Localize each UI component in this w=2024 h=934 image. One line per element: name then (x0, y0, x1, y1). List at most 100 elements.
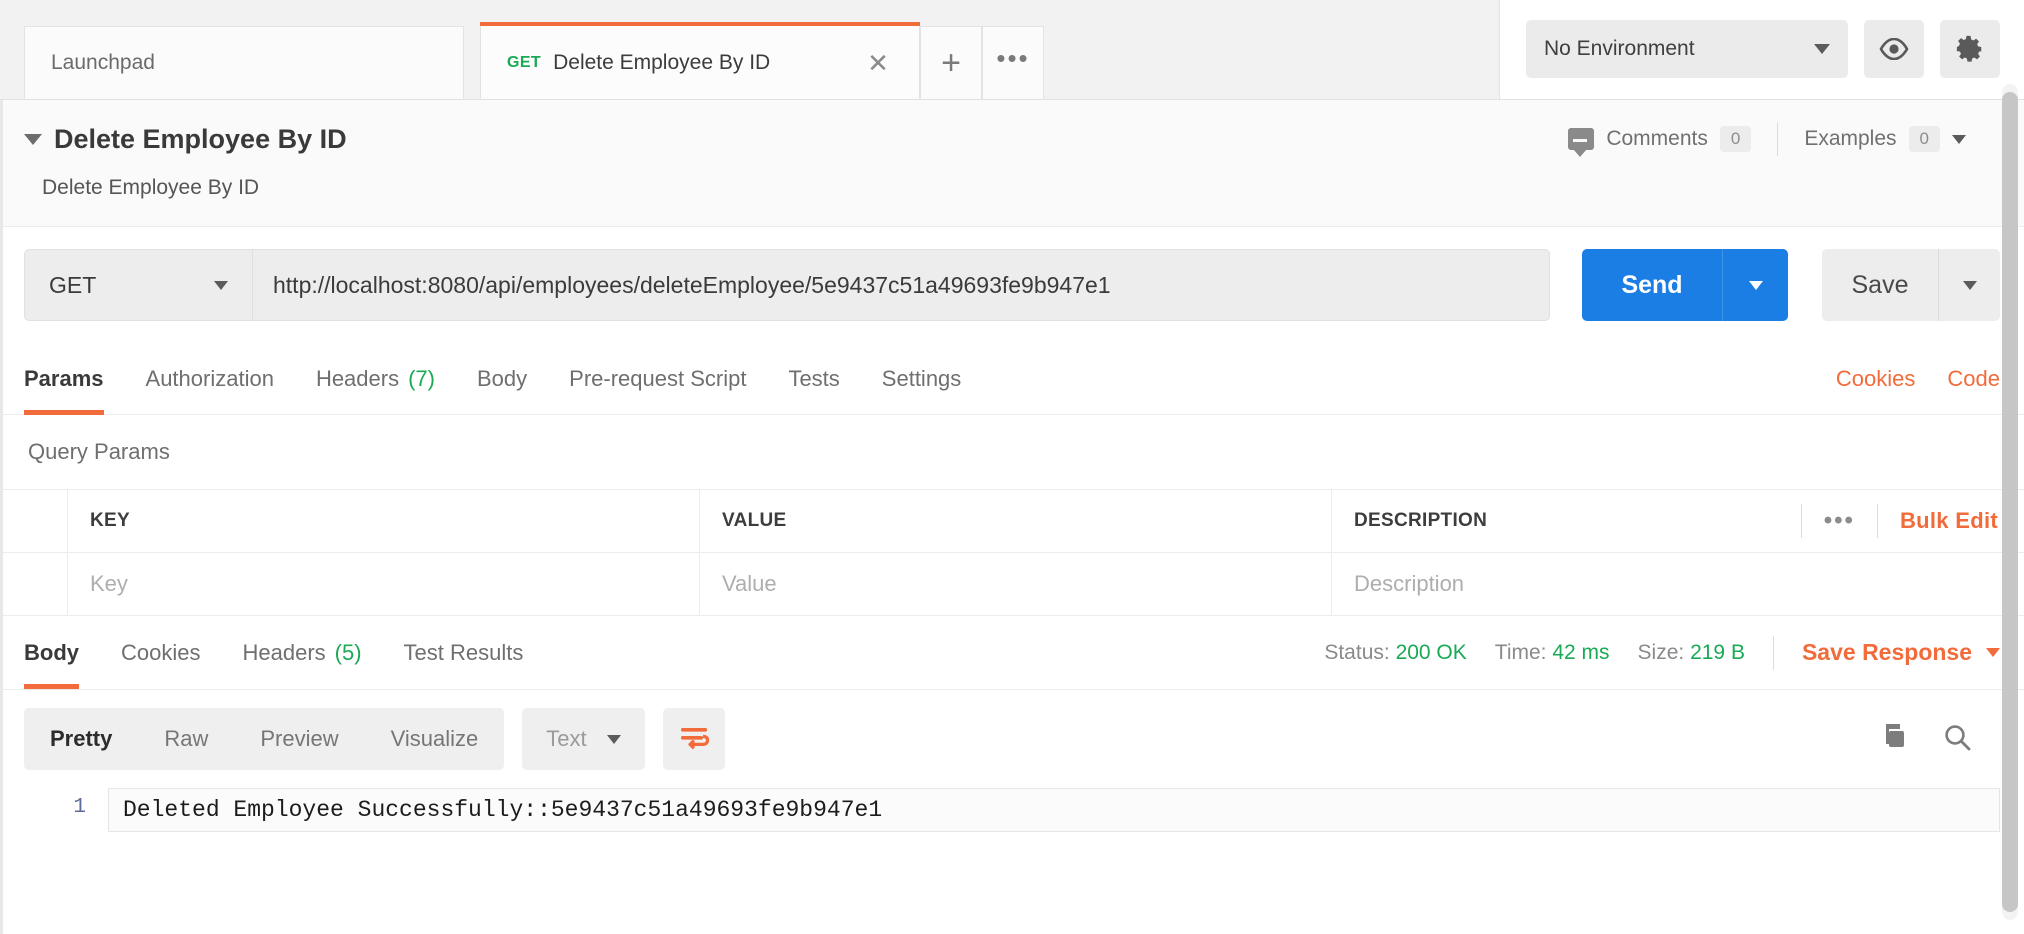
time-value: 42 ms (1552, 640, 1610, 664)
search-button[interactable] (1942, 722, 1972, 757)
response-tab-headers[interactable]: Headers (5) (242, 617, 361, 689)
time-badge: Time: 42 ms (1495, 641, 1638, 665)
request-header: Delete Employee By ID Comments 0 Example… (0, 100, 2024, 227)
environment-quick-look-button[interactable] (1864, 20, 1924, 78)
row-checkbox-cell[interactable] (0, 553, 68, 615)
query-params-title: Query Params (0, 415, 2024, 490)
table-row: Key Value Description (0, 553, 2024, 616)
eye-icon (1879, 38, 1909, 60)
tab-authorization-label: Authorization (145, 365, 274, 391)
body-view-preview[interactable]: Preview (234, 708, 364, 770)
settings-button[interactable] (1940, 20, 2000, 78)
request-tabs: Params Authorization Headers (7) Body Pr… (0, 343, 2024, 415)
tab-tests-label: Tests (788, 365, 840, 391)
value-input[interactable]: Value (700, 553, 1332, 615)
response-tab-cookies-label: Cookies (121, 639, 201, 665)
chevron-down-icon (1962, 280, 1977, 290)
size-badge: Size: 219 B (1638, 641, 1773, 665)
response-tab-test-results-label: Test Results (403, 639, 524, 665)
body-format-label: Text (546, 726, 587, 751)
copy-button[interactable] (1878, 722, 1908, 757)
top-tab-bar: Launchpad GET Delete Employee By ID ✕ + … (0, 0, 2024, 100)
body-view-switcher: Pretty Raw Preview Visualize (24, 708, 505, 770)
comments-label: Comments (1606, 127, 1708, 150)
response-body-toolbar: Pretty Raw Preview Visualize Text (0, 690, 2024, 788)
vertical-scrollbar-thumb[interactable] (2002, 92, 2018, 912)
response-tab-cookies[interactable]: Cookies (121, 617, 200, 689)
response-tab-body-label: Body (24, 639, 79, 665)
tab-delete-employee-by-id[interactable]: GET Delete Employee By ID ✕ (480, 22, 920, 99)
send-button[interactable]: Send (1582, 249, 1722, 321)
examples-button[interactable]: Examples 0 (1778, 126, 1992, 152)
status-label: Status: (1324, 640, 1390, 664)
body-view-visualize[interactable]: Visualize (365, 708, 505, 770)
tab-body-label: Body (476, 365, 528, 391)
code-link[interactable]: Code (1947, 366, 2000, 392)
chevron-down-icon (606, 734, 621, 744)
query-params-table: KEY VALUE DESCRIPTION ••• Bulk Edit Key … (0, 490, 2024, 616)
tab-headers[interactable]: Headers (7) (316, 343, 435, 415)
tab-tests[interactable]: Tests (788, 343, 839, 415)
postman-window: Launchpad GET Delete Employee By ID ✕ + … (0, 0, 2024, 934)
save-button-group: Save (1822, 249, 2000, 321)
chevron-down-icon (1748, 280, 1763, 290)
request-header-actions: Comments 0 Examples 0 (1542, 122, 2000, 157)
word-wrap-button[interactable] (662, 708, 725, 770)
send-options-button[interactable] (1722, 249, 1788, 321)
send-button-group: Send (1582, 249, 1788, 321)
request-description: Delete Employee By ID (42, 176, 260, 199)
tab-pre-request-script[interactable]: Pre-request Script (569, 343, 746, 415)
collapse-chevron-icon[interactable] (24, 133, 42, 145)
tab-body[interactable]: Body (477, 343, 527, 415)
save-options-button[interactable] (1938, 249, 2000, 321)
body-format-selector[interactable]: Text (522, 708, 645, 770)
column-header-value: VALUE (700, 490, 1332, 552)
status-badge: Status: 200 OK (1324, 641, 1494, 665)
response-tab-headers-count: (5) (334, 639, 362, 665)
description-input[interactable]: Description (1332, 553, 2024, 615)
tab-strip: Launchpad GET Delete Employee By ID ✕ + … (0, 0, 1499, 99)
select-all-checkbox-cell[interactable] (0, 490, 68, 552)
url-input[interactable]: http://localhost:8080/api/employees/dele… (252, 249, 1550, 321)
bulk-edit-button[interactable]: Bulk Edit (1878, 508, 1998, 534)
body-view-raw[interactable]: Raw (138, 708, 234, 770)
tab-launchpad-label: Launchpad (51, 51, 155, 74)
tab-request-label: Delete Employee By ID (553, 50, 771, 74)
comments-count-badge: 0 (1719, 126, 1752, 152)
tab-settings[interactable]: Settings (882, 343, 962, 415)
chevron-down-icon (1814, 44, 1830, 54)
comment-icon (1568, 128, 1595, 157)
environment-selector[interactable]: No Environment (1526, 20, 1848, 78)
params-options-button[interactable]: ••• (1802, 507, 1877, 535)
tab-options-button[interactable]: ••• (982, 26, 1044, 99)
key-input[interactable]: Key (68, 553, 700, 615)
tab-authorization[interactable]: Authorization (146, 343, 274, 415)
save-button[interactable]: Save (1822, 249, 1938, 321)
comments-button[interactable]: Comments 0 (1542, 126, 1777, 157)
save-response-button[interactable]: Save Response (1774, 639, 2000, 666)
cookies-link[interactable]: Cookies (1836, 366, 1915, 392)
tab-headers-count: (7) (408, 365, 435, 391)
save-response-label: Save Response (1801, 639, 1972, 665)
response-tab-body[interactable]: Body (24, 617, 79, 689)
response-tab-test-results[interactable]: Test Results (404, 617, 524, 689)
close-icon[interactable]: ✕ (863, 48, 893, 78)
tab-params[interactable]: Params (24, 343, 104, 415)
column-header-key: KEY (68, 490, 700, 552)
tab-pre-request-script-label: Pre-request Script (569, 365, 747, 391)
tab-launchpad[interactable]: Launchpad (24, 26, 464, 99)
line-number: 1 (73, 796, 86, 819)
http-method-selector[interactable]: GET (24, 249, 252, 321)
tab-settings-label: Settings (881, 365, 962, 391)
chevron-down-icon (214, 280, 228, 290)
body-view-pretty[interactable]: Pretty (24, 708, 138, 770)
tab-headers-label: Headers (315, 365, 400, 391)
time-label: Time: (1494, 640, 1547, 664)
response-tab-headers-label: Headers (242, 639, 326, 665)
search-icon (1945, 724, 1971, 750)
response-tabs: Body Cookies Headers (5) Test Results St… (0, 616, 2024, 690)
new-tab-button[interactable]: + (920, 26, 982, 99)
line-text[interactable]: Deleted Employee Successfully::5e9437c51… (108, 788, 2000, 832)
size-value: 219 B (1690, 640, 1745, 664)
column-header-description: DESCRIPTION ••• Bulk Edit (1332, 490, 2024, 552)
